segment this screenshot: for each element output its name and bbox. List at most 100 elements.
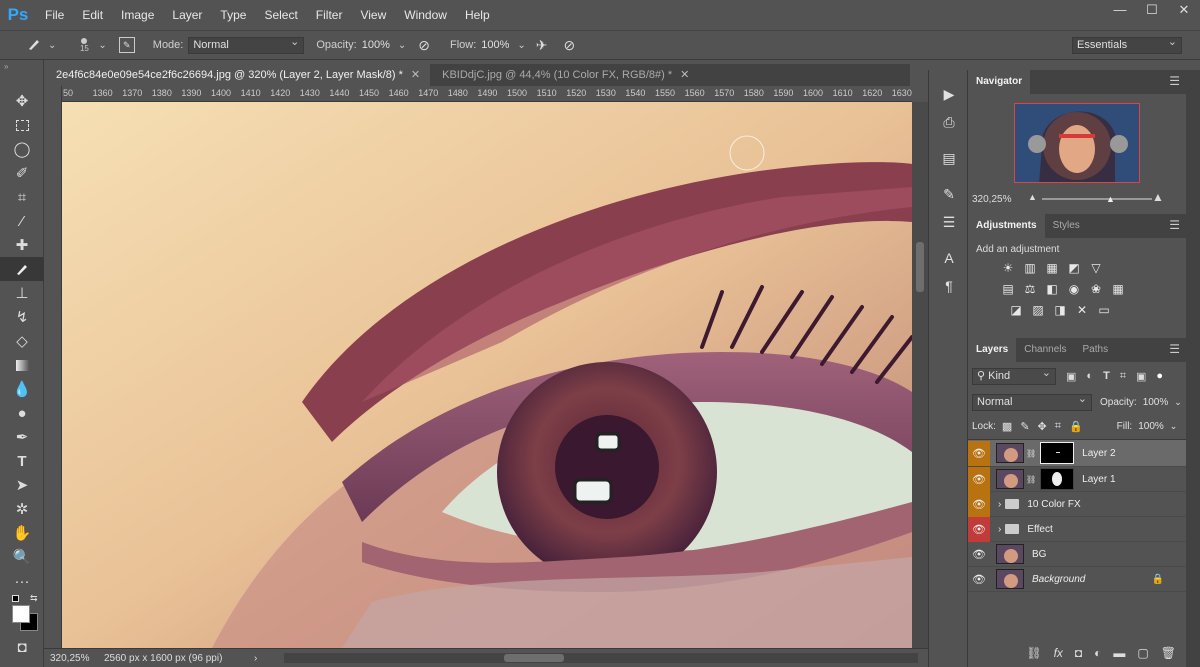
link-layers-icon[interactable]: ⛓ — [1026, 646, 1041, 660]
chevron-down-icon[interactable]: ⌄ — [517, 40, 525, 51]
scrollbar-thumb[interactable] — [916, 242, 924, 292]
menu-view[interactable]: View — [351, 0, 395, 30]
close-tab-icon[interactable]: ✕ — [680, 69, 689, 81]
lasso-tool-icon[interactable]: ◯ — [0, 137, 44, 161]
filter-adjustment-icon[interactable]: ◐ — [1086, 370, 1093, 382]
tab-channels[interactable]: Channels — [1016, 338, 1074, 362]
character-icon[interactable]: A — [929, 244, 969, 272]
close-tab-icon[interactable]: ✕ — [411, 69, 420, 81]
marquee-tool-icon[interactable] — [0, 113, 44, 137]
hand-tool-icon[interactable]: ✋ — [0, 521, 44, 545]
curves-icon[interactable]: ▦ — [1044, 260, 1060, 276]
zoom-slider[interactable] — [1042, 198, 1152, 200]
visibility-eye-icon[interactable]: 👁 — [968, 440, 990, 466]
eraser-tool-icon[interactable]: ◇ — [0, 329, 44, 353]
layer-name[interactable]: 10 Color FX — [1027, 499, 1080, 510]
layer-row[interactable]: 👁 › 10 Color FX — [968, 491, 1186, 517]
opacity-value[interactable]: 100% — [362, 39, 390, 51]
pen-tool-icon[interactable]: ✒ — [0, 425, 44, 449]
opacity-value[interactable]: 100% — [1143, 397, 1169, 408]
hue-saturation-icon[interactable]: ▤ — [1000, 281, 1016, 297]
panel-menu-icon[interactable]: ☰ — [1169, 74, 1180, 88]
info-icon[interactable]: ▤ — [929, 144, 969, 172]
menu-select[interactable]: Select — [255, 0, 306, 30]
layer-mask-thumbnail[interactable] — [1040, 442, 1075, 464]
tab-adjustments[interactable]: Adjustments — [968, 214, 1045, 238]
zoom-level[interactable]: 320,25% — [44, 653, 104, 664]
filter-shape-icon[interactable]: ⌗ — [1120, 370, 1126, 383]
brush-panel-icon[interactable]: ✎ — [118, 37, 135, 53]
tab-layers[interactable]: Layers — [968, 338, 1017, 362]
brush-preset-picker[interactable]: 15 — [74, 37, 94, 53]
expand-arrow-icon[interactable]: › — [998, 499, 1001, 510]
blur-tool-icon[interactable]: 💧 — [0, 377, 44, 401]
status-menu-arrow[interactable]: › — [254, 653, 274, 664]
lock-all-icon[interactable]: 🔒 — [1069, 420, 1083, 433]
type-tool-icon[interactable]: T — [0, 449, 44, 473]
menu-layer[interactable]: Layer — [163, 0, 211, 30]
new-adjustment-icon[interactable]: ◐ — [1094, 646, 1101, 660]
levels-icon[interactable]: ▥ — [1022, 260, 1038, 276]
delete-layer-icon[interactable]: 🗑 — [1161, 646, 1176, 660]
vibrance-icon[interactable]: ▽ — [1088, 260, 1104, 276]
channel-mixer-icon[interactable]: ❀ — [1088, 281, 1104, 297]
clone-stamp-tool-icon[interactable]: ⊥ — [0, 281, 44, 305]
dodge-tool-icon[interactable]: ● — [0, 401, 44, 425]
properties-icon[interactable]: ☰ — [929, 208, 969, 236]
history-brush-tool-icon[interactable]: ↯ — [0, 305, 44, 329]
new-layer-icon[interactable]: ▢ — [1137, 646, 1148, 660]
eyedropper-tool-icon[interactable]: ⁄ — [0, 209, 44, 233]
brightness-icon[interactable]: ☀ — [1000, 260, 1016, 276]
chevron-down-icon[interactable]: ⌄ — [1170, 421, 1178, 432]
layer-row[interactable]: 👁 ⛓ Layer 1 — [968, 466, 1186, 492]
crop-tool-icon[interactable]: ⌗ — [0, 185, 44, 209]
history-icon[interactable]: ⎙ — [929, 108, 969, 136]
layer-name[interactable]: Layer 1 — [1082, 474, 1115, 485]
layer-row[interactable]: 👁 BG — [968, 542, 1186, 567]
add-mask-icon[interactable]: ◘ — [1075, 646, 1082, 660]
lock-transparency-icon[interactable]: ▩ — [1002, 420, 1012, 433]
navigator-thumbnail[interactable] — [1014, 103, 1140, 183]
filter-pixel-icon[interactable]: ▣ — [1066, 370, 1076, 383]
layer-name[interactable]: Background — [1032, 574, 1085, 585]
chevron-down-icon[interactable]: ⌄ — [48, 40, 56, 51]
menu-edit[interactable]: Edit — [73, 0, 112, 30]
menu-image[interactable]: Image — [112, 0, 163, 30]
tab-document-1[interactable]: 2e4f6c84e0e09e54ce2f6c26694.jpg @ 320% (… — [44, 64, 431, 86]
visibility-eye-icon[interactable]: 👁 — [968, 516, 990, 542]
brush-presets-icon[interactable]: ✎ — [929, 180, 969, 208]
scrollbar-thumb[interactable] — [504, 654, 564, 662]
photo-filter-icon[interactable]: ◉ — [1066, 281, 1082, 297]
document-canvas[interactable] — [62, 102, 912, 648]
lock-position-icon[interactable]: ✥ — [1038, 420, 1047, 433]
layer-name[interactable]: BG — [1032, 549, 1046, 560]
close-button[interactable]: ✕ — [1168, 0, 1200, 22]
layer-mask-thumbnail[interactable] — [1040, 468, 1075, 490]
expand-arrow-icon[interactable]: › — [998, 524, 1001, 535]
brush-tool-icon[interactable] — [26, 36, 42, 55]
maximize-button[interactable]: ☐ — [1136, 0, 1168, 22]
layer-filter-select[interactable]: ⚲ Kind — [972, 366, 1056, 385]
visibility-eye-icon[interactable]: 👁 — [968, 567, 990, 592]
link-icon[interactable]: ⛓ — [1026, 475, 1036, 484]
tab-navigator[interactable]: Navigator — [968, 70, 1031, 94]
paragraph-icon[interactable]: ¶ — [929, 272, 969, 300]
navigator-zoom[interactable]: 320,25% — [972, 194, 1011, 205]
exposure-icon[interactable]: ◩ — [1066, 260, 1082, 276]
custom-shape-tool-icon[interactable]: ✲ — [0, 497, 44, 521]
chevron-down-icon[interactable]: ⌄ — [398, 40, 406, 51]
blend-mode-select[interactable]: Normal — [972, 392, 1092, 411]
swap-colors-icon[interactable]: ⇆ — [30, 593, 38, 604]
layer-row[interactable]: 👁 ⛓ Layer 2 — [968, 440, 1186, 467]
tab-document-2[interactable]: KBIDdjC.jpg @ 44,4% (10 Color FX, RGB/8#… — [430, 64, 699, 86]
flow-value[interactable]: 100% — [481, 39, 509, 51]
layer-name[interactable]: Effect — [1027, 524, 1052, 535]
pressure-opacity-icon[interactable]: ⊘ — [418, 37, 430, 54]
horizontal-scrollbar[interactable] — [284, 653, 918, 663]
brush-tool-icon[interactable] — [0, 257, 44, 281]
zoom-tool-icon[interactable]: 🔍 — [0, 545, 44, 569]
gradient-tool-icon[interactable] — [0, 353, 44, 377]
chevron-down-icon[interactable]: ⌄ — [98, 40, 106, 51]
airbrush-icon[interactable]: ✈ — [536, 37, 548, 54]
black-white-icon[interactable]: ◧ — [1044, 281, 1060, 297]
